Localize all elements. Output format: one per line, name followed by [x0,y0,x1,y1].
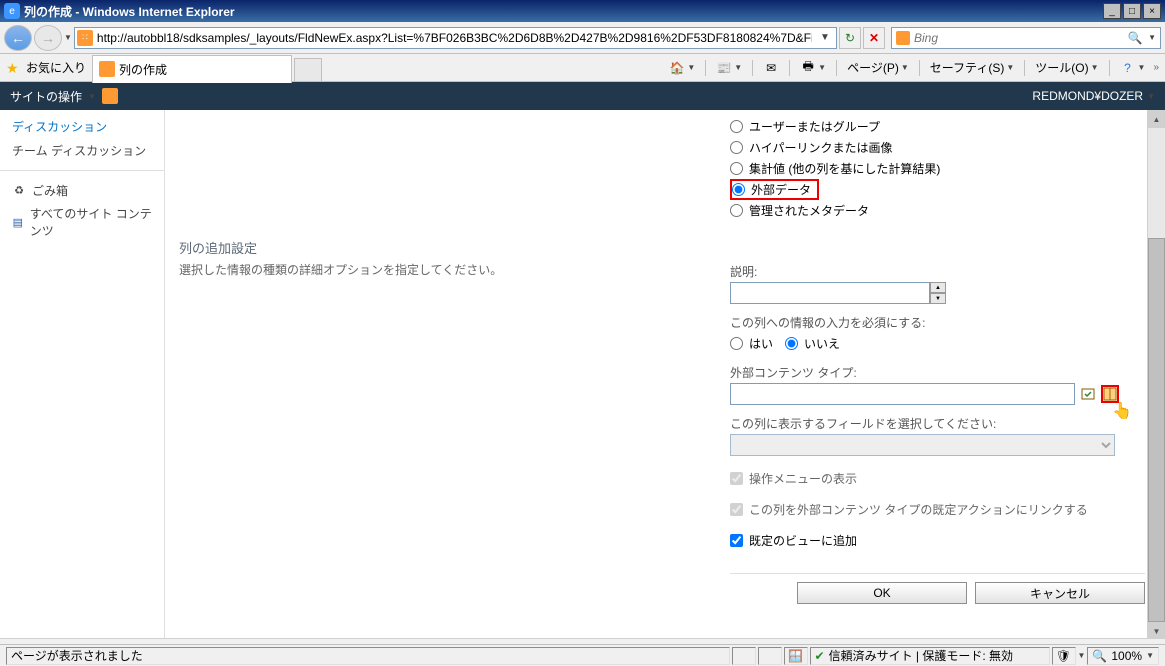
mail-icon: ✉ [763,60,779,76]
back-button[interactable]: ← [4,25,32,51]
close-button[interactable]: × [1143,3,1161,19]
rss-icon: 📰 [716,60,732,76]
window-titlebar: e 列の作成 - Windows Internet Explorer _ □ × [0,0,1165,22]
refresh-button[interactable]: ↻ [839,27,861,49]
chevron-down-icon[interactable]: ▼ [1078,651,1086,660]
radio-user-group[interactable]: ユーザーまたはグループ [730,116,1145,137]
safety-menu[interactable]: セーフティ(S) ▼ [930,59,1014,76]
zoom-icon: 🔍 [1092,649,1107,663]
status-text: ページが表示されました [6,647,730,665]
forward-button[interactable]: → [34,25,62,51]
help-button[interactable]: ?▼ [1120,60,1146,76]
favorites-star-icon[interactable]: ★ [6,60,22,76]
mail-button[interactable]: ✉ [763,60,779,76]
user-menu[interactable]: REDMOND¥DOZER [1032,89,1143,103]
search-input[interactable] [914,31,1122,45]
navigate-up-icon[interactable] [102,88,118,104]
check-entity-icon [1080,386,1096,402]
chevron-down-icon: ▼ [88,92,96,101]
sidebar-item-team-discussion[interactable]: チーム ディスカッション [0,139,164,162]
link-default-action-checkbox[interactable]: この列を外部コンテンツ タイプの既定アクションにリンクする [730,501,1145,518]
field-select-label: この列に表示するフィールドを選択してください: [730,415,1145,432]
radio-managed-metadata[interactable]: 管理されたメタデータ [730,200,1145,221]
required-label: この列への情報の入力を必須にする: [730,314,1145,331]
nav-toolbar: ← → ▼ ∷ ▼ ↻ ✕ 🔍 ▼ [0,22,1165,54]
status-slot-1 [732,647,756,665]
favorites-label[interactable]: お気に入り [26,59,86,76]
radio-calculated[interactable]: 集計値 (他の列を基にした計算結果) [730,158,1145,179]
section-heading: 列の追加設定 [179,238,700,257]
recycle-bin-icon: ♻ [12,184,26,198]
security-zone[interactable]: ✔ 信頼済みサイト | 保護モード: 無効 [810,647,1050,665]
print-icon: 🖶 [800,60,816,76]
add-default-view-checkbox[interactable]: 既定のビューに追加 [730,532,1145,549]
required-no[interactable]: いいえ [785,333,840,354]
check-entity-button[interactable] [1079,385,1097,403]
status-bar: ページが表示されました 🪟 ✔ 信頼済みサイト | 保護モード: 無効 🛡 ▼ … [0,644,1165,666]
print-button[interactable]: 🖶▼ [800,60,826,76]
url-dropdown-icon[interactable]: ▼ [816,29,834,47]
minimize-button[interactable]: _ [1103,3,1121,19]
browser-tab[interactable]: 列の作成 [92,55,292,83]
site-actions-menu[interactable]: サイトの操作 [10,88,82,105]
book-icon [1103,387,1117,401]
desc-spin-up[interactable]: ▲ [930,282,946,293]
status-slot-3[interactable]: 🛡 [1052,647,1076,665]
quick-launch-sidebar: ディスカッション チーム ディスカッション ♻ ごみ箱 ▤ すべてのサイト コン… [0,110,165,640]
ok-button[interactable]: OK [797,582,967,604]
home-icon: 🏠 [669,60,685,76]
search-dropdown-icon[interactable]: ▼ [1148,33,1156,42]
field-select[interactable] [730,434,1115,456]
status-popup-indicator[interactable]: 🪟 [784,647,808,665]
zoom-control[interactable]: 🔍 100% ▼ [1087,647,1159,665]
status-slot-2 [758,647,782,665]
tools-menu[interactable]: ツール(O) ▼ [1035,59,1098,76]
scroll-up-arrow[interactable]: ▲ [1148,110,1165,128]
tab-title: 列の作成 [119,61,167,78]
page-menu[interactable]: ページ(P) ▼ [847,59,909,76]
sidebar-item-all-content[interactable]: ▤ すべてのサイト コンテンツ [0,202,164,242]
favorites-toolbar: ★ お気に入り 列の作成 🏠▼ 📰▼ ✉ 🖶▼ ページ(P) ▼ セーフティ(S… [0,54,1165,82]
maximize-button[interactable]: □ [1123,3,1141,19]
window-title: 列の作成 - Windows Internet Explorer [24,3,1103,20]
address-bar[interactable]: ∷ ▼ [74,27,837,49]
radio-link-image[interactable]: ハイパーリンクまたは画像 [730,137,1145,158]
section-description: 選択した情報の種類の詳細オプションを指定してください。 [179,261,700,278]
tab-favicon-icon [99,61,115,77]
required-yes[interactable]: はい [730,333,773,354]
sharepoint-ribbon: サイトの操作 ▼ REDMOND¥DOZER ▼ [0,82,1165,110]
bing-icon [896,31,910,45]
help-icon: ? [1120,60,1136,76]
ie-icon: e [4,3,20,19]
feeds-button[interactable]: 📰▼ [716,60,742,76]
vertical-scrollbar[interactable]: ▲ ▼ [1147,110,1165,640]
radio-external-data[interactable]: 外部データ [730,179,819,200]
description-label: 説明: [730,263,1145,280]
external-content-type-input[interactable] [730,383,1075,405]
overflow-icon[interactable]: » [1153,62,1159,73]
cancel-button[interactable]: キャンセル [975,582,1145,604]
history-dropdown-icon[interactable]: ▼ [64,33,72,42]
url-input[interactable] [93,31,816,45]
new-tab-button[interactable] [294,58,322,82]
description-input[interactable] [730,282,930,304]
cursor-hand-icon: 👆 [1112,401,1132,421]
ect-label: 外部コンテンツ タイプ: [730,364,1145,381]
show-menu-checkbox[interactable]: 操作メニューの表示 [730,470,1145,487]
sidebar-item-recycle[interactable]: ♻ ごみ箱 [0,179,164,202]
search-box[interactable]: 🔍 ▼ [891,27,1161,49]
desc-spin-down[interactable]: ▼ [930,293,946,304]
search-icon[interactable]: 🔍 [1126,31,1144,45]
stop-button[interactable]: ✕ [863,27,885,49]
trusted-sites-icon: ✔ [815,649,825,663]
document-icon: ▤ [12,215,24,229]
chevron-down-icon: ▼ [1147,92,1155,101]
home-button[interactable]: 🏠▼ [669,60,695,76]
scroll-thumb[interactable] [1148,238,1165,622]
page-favicon-icon: ∷ [77,30,93,46]
sidebar-heading-discussion[interactable]: ディスカッション [0,114,164,139]
